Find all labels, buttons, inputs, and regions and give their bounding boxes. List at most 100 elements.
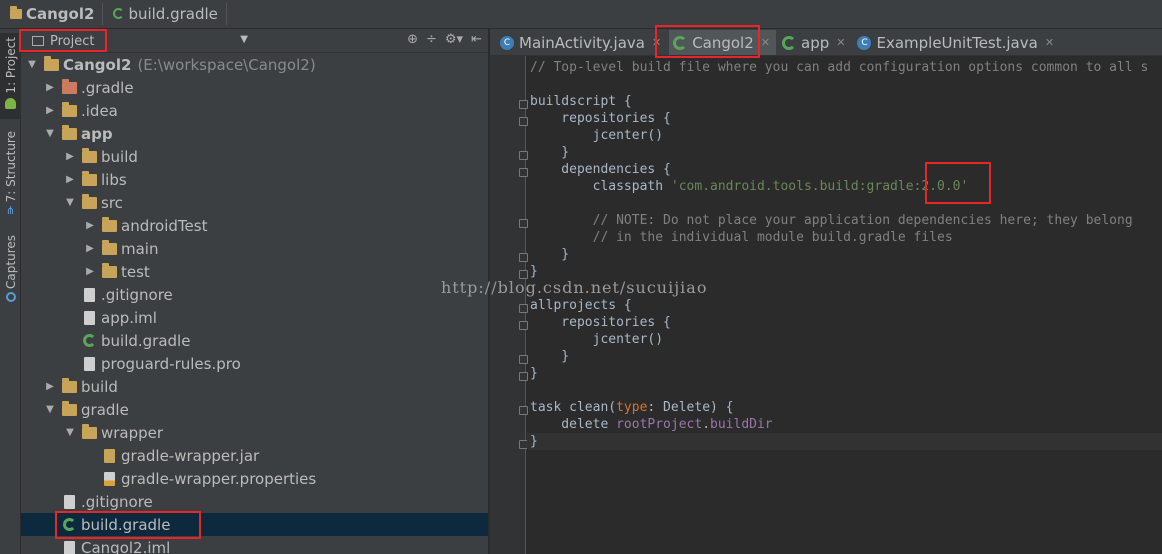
collapse-all-icon[interactable]: ÷ xyxy=(426,32,437,47)
expand-arrow-icon[interactable]: ▼ xyxy=(43,128,57,139)
tree-item[interactable]: ▶ .gradle xyxy=(21,76,488,99)
code-line: buildscript { xyxy=(530,94,632,109)
tree-item-label: app xyxy=(81,124,113,143)
tree-item[interactable]: ▶ androidTest xyxy=(21,214,488,237)
tree-item[interactable]: ▶ gradle-wrapper.properties xyxy=(21,467,488,490)
close-icon[interactable]: ✕ xyxy=(1045,36,1054,49)
classpath-string: 'com.android.tools.build:gradle:2.0.0' xyxy=(670,179,969,194)
fold-marker-icon[interactable] xyxy=(519,100,528,109)
expand-arrow-icon[interactable]: ▼ xyxy=(63,427,77,438)
tree-item[interactable]: ▼ wrapper xyxy=(21,421,488,444)
tree-item[interactable]: ▶ .gitignore xyxy=(21,490,488,513)
breadcrumb-label: Cangol2 xyxy=(26,5,95,23)
fold-marker-icon[interactable] xyxy=(519,406,528,415)
close-icon[interactable]: ✕ xyxy=(836,36,845,49)
expand-arrow-icon[interactable]: ▶ xyxy=(43,381,57,392)
tool-tab-captures[interactable]: Captures xyxy=(0,235,21,307)
tree-item-label: Cangol2 xyxy=(63,55,132,74)
code-field: buildDir xyxy=(710,417,773,432)
editor-gutter xyxy=(490,56,528,554)
tree-item[interactable]: ▶ .gitignore xyxy=(21,283,488,306)
structure-icon: ⋔ xyxy=(5,204,16,218)
tree-item-selected[interactable]: ▶ build.gradle xyxy=(21,513,488,536)
expand-arrow-icon[interactable]: ▼ xyxy=(43,404,57,415)
close-icon[interactable]: ✕ xyxy=(652,36,661,49)
scroll-from-source-icon[interactable]: ⊕ xyxy=(407,32,418,47)
panel-toolbar: ⊕ ÷ ⚙▾ ⇤ xyxy=(407,32,482,47)
editor-tab-exampleunittest[interactable]: C ExampleUnitTest.java ✕ xyxy=(853,30,1060,55)
tree-item-label: app.iml xyxy=(101,308,157,327)
code-line: } xyxy=(530,264,538,279)
close-icon[interactable]: ✕ xyxy=(761,36,770,49)
code-line: } xyxy=(530,145,570,160)
code-comment: // NOTE: Do not place your application d… xyxy=(530,213,1133,228)
tree-item[interactable]: ▼ gradle xyxy=(21,398,488,421)
tree-item-root[interactable]: ▼ Cangol2 (E:\workspace\Cangol2) xyxy=(21,53,488,76)
breadcrumb-item-project[interactable]: Cangol2 xyxy=(4,3,104,25)
editor-tab-cangol2[interactable]: Cangol2 ✕ xyxy=(669,30,776,55)
editor-tab-label: app xyxy=(801,33,830,52)
project-panel-header: Project ▼ ⊕ ÷ ⚙▾ ⇤ xyxy=(21,29,488,53)
expand-arrow-icon[interactable]: ▶ xyxy=(43,105,57,116)
tree-item[interactable]: ▶ app.iml xyxy=(21,306,488,329)
chevron-down-icon: ▼ xyxy=(240,34,248,45)
expand-arrow-icon[interactable]: ▶ xyxy=(63,174,77,185)
expand-arrow-icon[interactable]: ▶ xyxy=(43,82,57,93)
properties-file-icon xyxy=(101,471,117,486)
editor-tab-bar: C MainActivity.java ✕ Cangol2 ✕ app ✕ C … xyxy=(490,29,1162,56)
fold-marker-icon[interactable] xyxy=(519,372,528,381)
tool-tab-project[interactable]: 1: Project xyxy=(0,33,21,119)
fold-marker-icon[interactable] xyxy=(519,151,528,160)
tree-item[interactable]: ▶ .idea xyxy=(21,99,488,122)
code-editor[interactable]: // Top-level build file where you can ad… xyxy=(490,56,1162,554)
project-view-selector[interactable]: Project ▼ xyxy=(26,30,252,52)
tree-item[interactable]: ▼ app xyxy=(21,122,488,145)
tree-item-label: gradle xyxy=(81,400,129,419)
java-class-icon: C xyxy=(857,35,872,50)
code-line: } xyxy=(530,366,538,381)
fold-marker-icon[interactable] xyxy=(519,355,528,364)
tree-item[interactable]: ▼ src xyxy=(21,191,488,214)
tree-item-label: src xyxy=(101,193,123,212)
tree-item-path: (E:\workspace\Cangol2) xyxy=(137,55,316,74)
tree-item[interactable]: ▶ main xyxy=(21,237,488,260)
code-line: } xyxy=(530,247,570,262)
jar-file-icon xyxy=(101,448,117,463)
fold-marker-icon[interactable] xyxy=(519,253,528,262)
expand-arrow-icon[interactable]: ▶ xyxy=(63,151,77,162)
gradle-icon xyxy=(61,518,77,532)
fold-marker-icon[interactable] xyxy=(519,168,528,177)
editor-tab-app[interactable]: app ✕ xyxy=(778,30,851,55)
code-line: repositories { xyxy=(530,315,671,330)
fold-marker-icon[interactable] xyxy=(519,304,528,313)
editor-tab-mainactivity[interactable]: C MainActivity.java ✕ xyxy=(496,30,667,55)
tool-tab-structure[interactable]: 7: Structure ⋔ xyxy=(0,131,21,217)
tree-item[interactable]: ▶ libs xyxy=(21,168,488,191)
project-panel: Project ▼ ⊕ ÷ ⚙▾ ⇤ ▼ Cangol2 (E:\workspa… xyxy=(21,29,489,554)
breadcrumb-item-file[interactable]: build.gradle xyxy=(107,3,227,25)
tree-item[interactable]: ▶ build xyxy=(21,375,488,398)
fold-marker-icon[interactable] xyxy=(519,117,528,126)
tree-item[interactable]: ▶ build.gradle xyxy=(21,329,488,352)
hide-panel-icon[interactable]: ⇤ xyxy=(471,32,482,47)
tree-item[interactable]: ▶ test xyxy=(21,260,488,283)
watermark: http://blog.csdn.net/sucuijiao xyxy=(441,278,708,297)
code-line: repositories { xyxy=(530,111,671,126)
tree-item[interactable]: ▶ proguard-rules.pro xyxy=(21,352,488,375)
expand-arrow-icon[interactable]: ▶ xyxy=(83,243,97,254)
editor-tab-label: Cangol2 xyxy=(692,33,754,52)
tree-item[interactable]: ▶ gradle-wrapper.jar xyxy=(21,444,488,467)
expand-arrow-icon[interactable]: ▼ xyxy=(63,197,77,208)
iml-file-icon xyxy=(61,540,77,554)
tree-item[interactable]: ▶ Cangol2.iml xyxy=(21,536,488,554)
fold-marker-icon[interactable] xyxy=(519,219,528,228)
fold-marker-icon[interactable] xyxy=(519,321,528,330)
expand-arrow-icon[interactable]: ▶ xyxy=(83,266,97,277)
file-icon xyxy=(81,356,97,371)
tree-item[interactable]: ▶ build xyxy=(21,145,488,168)
gear-icon[interactable]: ⚙▾ xyxy=(445,32,463,47)
expand-arrow-icon[interactable]: ▼ xyxy=(25,59,39,70)
expand-arrow-icon[interactable]: ▶ xyxy=(83,220,97,231)
tree-item-label: libs xyxy=(101,170,127,189)
tree-item-label: build.gradle xyxy=(101,331,191,350)
